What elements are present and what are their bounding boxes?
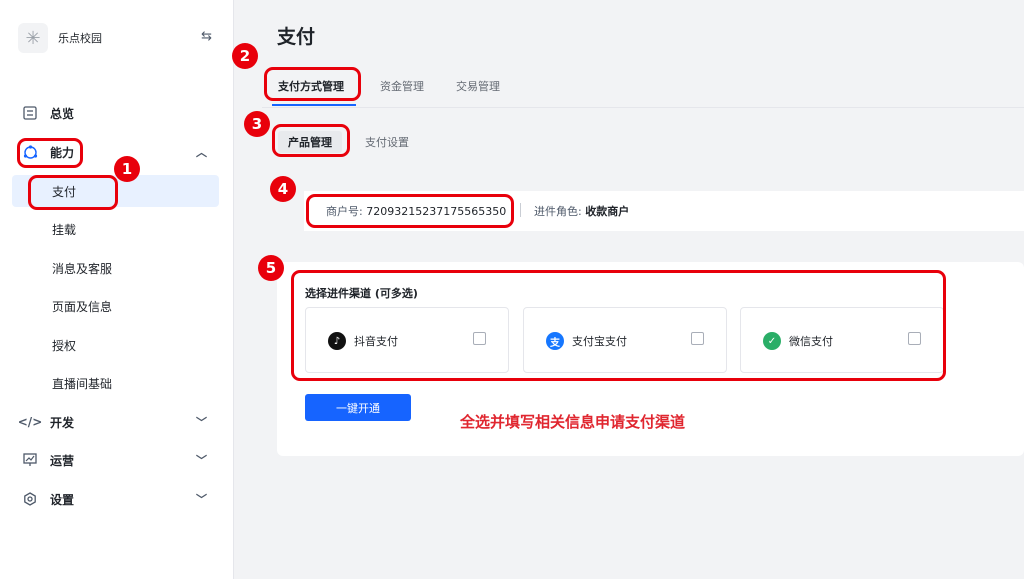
annotation-box-2	[264, 67, 361, 101]
tab-bar	[262, 70, 1024, 108]
active-tab-indicator	[272, 104, 356, 106]
app-name: 乐点校园	[58, 32, 102, 45]
sidebar-item-label: 授权	[52, 338, 77, 353]
app-header[interactable]: ✳ 乐点校园 ⇆	[18, 20, 218, 56]
nav-operate-label: 运营	[50, 453, 75, 468]
annotation-box-1	[28, 175, 118, 210]
merchant-role: 进件角色: 收款商户	[534, 203, 629, 219]
one-click-open-button[interactable]: 一键开通	[305, 394, 411, 421]
tab-funds[interactable]: 资金管理	[380, 78, 424, 94]
annotation-badge-5: 5	[258, 255, 284, 281]
sidebar-item-pages[interactable]: 页面及信息	[12, 290, 219, 322]
sidebar-item-label: 消息及客服	[52, 261, 113, 276]
nav-develop[interactable]: </> 开发 ﹀	[12, 406, 219, 438]
code-icon: </>	[17, 415, 43, 429]
swap-icon[interactable]: ⇆	[201, 29, 212, 44]
gear-icon	[22, 491, 38, 507]
merchant-role-label: 进件角色:	[534, 205, 582, 218]
nav-develop-label: 开发	[50, 415, 75, 430]
sidebar-item-auth[interactable]: 授权	[12, 329, 219, 361]
annotation-box-4	[306, 194, 514, 228]
annotation-badge-3: 3	[244, 111, 270, 137]
annotation-badge-2: 2	[232, 43, 258, 69]
sidebar-item-message[interactable]: 消息及客服	[12, 252, 219, 284]
chevron-down-icon: ﹀	[196, 416, 207, 429]
sidebar-item-label: 挂载	[52, 222, 77, 237]
nav-settings[interactable]: 设置 ﹀	[12, 483, 219, 515]
sidebar-item-mount[interactable]: 挂载	[12, 213, 219, 245]
chevron-up-icon: ︿	[196, 146, 207, 159]
sidebar: ✳ 乐点校园 ⇆ 总览 能力 ︿ 支付 挂载 消息及客服 页面及信息 授权 直播…	[0, 0, 234, 579]
annotation-box-1b	[17, 138, 83, 168]
nav-operate[interactable]: 运营 ﹀	[12, 444, 219, 476]
sidebar-item-label: 页面及信息	[52, 299, 113, 314]
divider	[520, 203, 521, 217]
tab-transactions[interactable]: 交易管理	[456, 78, 500, 94]
page-title: 支付	[277, 26, 316, 48]
chevron-down-icon: ﹀	[196, 454, 207, 467]
annotation-box-3	[272, 124, 350, 157]
sidebar-item-label: 直播间基础	[52, 376, 113, 391]
sidebar-item-live[interactable]: 直播间基础	[12, 367, 219, 399]
annotation-badge-1: 1	[114, 156, 140, 182]
chevron-down-icon: ﹀	[196, 493, 207, 506]
chart-icon	[22, 452, 38, 468]
annotation-box-5	[291, 270, 946, 381]
sparkle-icon: ✳	[18, 23, 48, 53]
dashboard-icon	[22, 105, 38, 121]
annotation-hint: 全选并填写相关信息申请支付渠道	[460, 413, 686, 431]
nav-overview[interactable]: 总览	[12, 97, 219, 129]
tab-payment-settings[interactable]: 支付设置	[365, 131, 409, 153]
nav-settings-label: 设置	[50, 492, 75, 507]
nav-overview-label: 总览	[50, 106, 75, 121]
annotation-badge-4: 4	[270, 176, 296, 202]
merchant-role-value: 收款商户	[585, 205, 630, 218]
